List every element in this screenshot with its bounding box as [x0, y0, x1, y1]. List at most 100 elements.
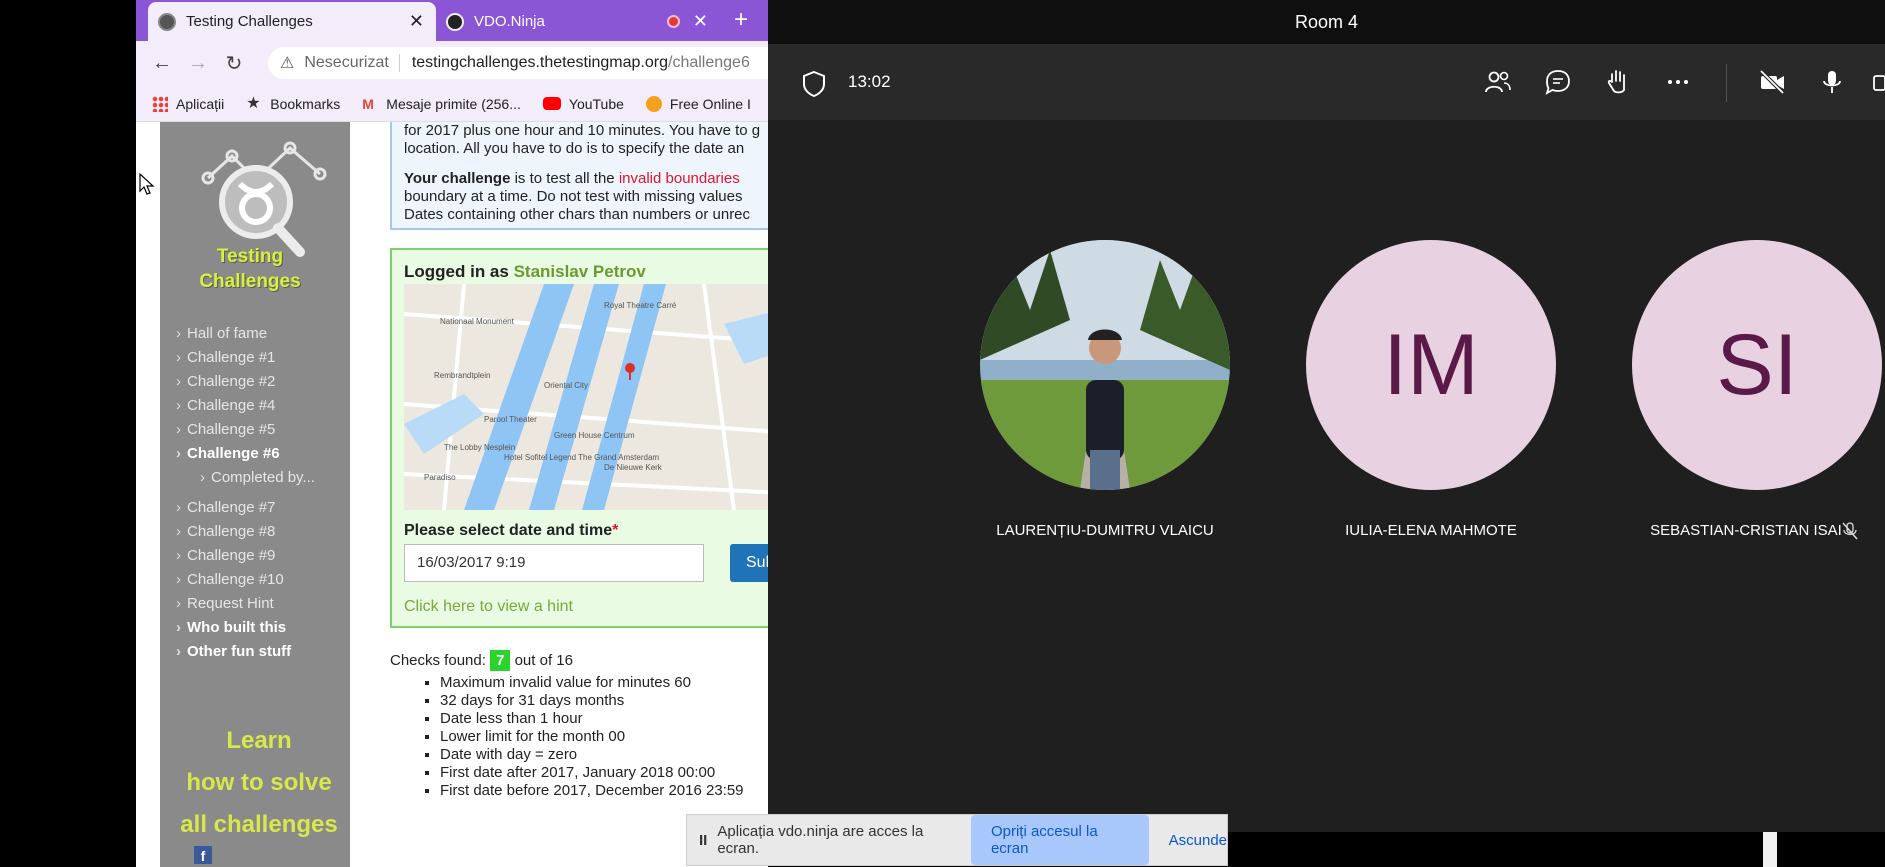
description-intro: for 2017 plus one hour and 10 minutes. Y…: [404, 122, 761, 157]
close-tab-icon[interactable]: ✕: [693, 11, 708, 32]
background-area: [1777, 832, 1885, 867]
sidebar-item-challenge-2[interactable]: Challenge #2: [176, 370, 315, 394]
sidebar-item-request-hint[interactable]: Request Hint: [176, 592, 315, 616]
sidebar: Testing Challenges Hall of fameChallenge…: [160, 122, 350, 867]
more-options-icon[interactable]: [1664, 68, 1692, 96]
date-time-input[interactable]: 16/03/2017 9:19: [404, 544, 704, 582]
url-field[interactable]: ⚠ Nesecurizat testingchallenges.thetesti…: [268, 47, 768, 79]
logged-in-text: Logged in as Stanislav Petrov: [404, 262, 646, 281]
share-tray-icon[interactable]: [1872, 68, 1885, 96]
web-page: Testing Challenges Hall of fameChallenge…: [136, 122, 768, 867]
sidebar-item-hall-of-fame[interactable]: Hall of fame: [176, 322, 315, 346]
shield-icon[interactable]: [802, 70, 826, 98]
learn-line: Learn: [226, 727, 292, 754]
challenge-form: Logged in as Stanislav Petrov Nationaal …: [390, 248, 768, 628]
date-label: Please select date and time*: [404, 522, 619, 539]
share-message: Aplicația vdo.ninja are acces la ecran.: [717, 823, 924, 857]
submit-button[interactable]: Submit: [730, 544, 768, 582]
forward-arrow-icon[interactable]: →: [180, 52, 216, 75]
participants-icon[interactable]: [1484, 68, 1512, 96]
warning-icon[interactable]: ⚠: [280, 53, 294, 73]
bookmarks-bar: Aplicații ★ Bookmarks M Mesaje primite (…: [136, 86, 768, 122]
map-label: Royal Theatre Carré: [604, 301, 677, 310]
map-label: Green House Centrum: [554, 431, 635, 440]
map-label: The Lobby Nesplein: [444, 443, 515, 452]
facebook-icon[interactable]: f: [194, 846, 212, 864]
scrollbar[interactable]: [1763, 832, 1777, 867]
participant-avatar-si[interactable]: SI: [1632, 240, 1882, 490]
sidebar-item-challenge-9[interactable]: Challenge #9: [176, 544, 315, 568]
bookmark-label: Bookmarks: [270, 95, 341, 112]
pause-icon: II: [699, 831, 708, 849]
tab-vdo-ninja[interactable]: VDO.Ninja ✕: [436, 2, 720, 41]
check-item: Maximum invalid value for minutes 60: [440, 674, 744, 692]
checks-list: Maximum invalid value for minutes 6032 d…: [440, 674, 744, 800]
gmail-icon: M: [362, 95, 374, 112]
sidebar-item-other-fun-stuff[interactable]: Other fun stuff: [176, 640, 315, 664]
check-item: Date with day = zero: [440, 746, 744, 764]
stop-sharing-button[interactable]: Opriți accesul la ecran: [970, 815, 1149, 865]
participant-avatar-photo[interactable]: [980, 240, 1230, 490]
map-label: Nationaal Monument: [440, 317, 515, 326]
check-item: Date less than 1 hour: [440, 710, 744, 728]
new-tab-button[interactable]: +: [726, 6, 756, 36]
view-hint-link[interactable]: Click here to view a hint: [404, 598, 573, 616]
bookmark-bookmarks[interactable]: ★ Bookmarks: [246, 94, 341, 112]
sidebar-nav: Hall of fameChallenge #1Challenge #2Chal…: [176, 322, 315, 664]
room-title: Room 4: [768, 0, 1885, 44]
map-label: Paradiso: [424, 473, 456, 482]
participant-name: LAURENȚIU-DUMITRU VLAICU: [996, 522, 1214, 539]
security-label[interactable]: Nesecurizat: [304, 54, 388, 72]
bookmark-apps[interactable]: Aplicații: [152, 95, 224, 112]
sidebar-item-challenge-4[interactable]: Challenge #4: [176, 394, 315, 418]
recording-indicator-icon: [667, 15, 680, 28]
camera-off-icon[interactable]: [1758, 68, 1786, 96]
sidebar-item-challenge-8[interactable]: Challenge #8: [176, 520, 315, 544]
learn-banner[interactable]: Learn how to solve all challenges: [174, 720, 344, 846]
sidebar-item-challenge-6[interactable]: Challenge #6: [176, 442, 315, 466]
tab-label: Testing Challenges: [186, 13, 313, 30]
tab-testing-challenges[interactable]: Testing Challenges ✕: [148, 2, 436, 41]
mouse-cursor-icon: [139, 173, 155, 195]
hide-button[interactable]: Ascunde: [1169, 832, 1227, 849]
check-item: First date before 2017, December 2016 23…: [440, 782, 744, 800]
location-map[interactable]: Nationaal Monument Royal Theatre Carré O…: [404, 284, 768, 510]
map-label: Parool Theater: [484, 415, 537, 424]
raise-hand-icon[interactable]: [1604, 68, 1632, 96]
microphone-icon[interactable]: [1818, 68, 1846, 96]
main-content: for 2017 plus one hour and 10 minutes. Y…: [350, 122, 768, 867]
map-label: Rembrandtplein: [434, 371, 490, 380]
checks-found: Checks found: 7 out of 16: [390, 650, 573, 671]
participant-avatar-im[interactable]: IM: [1306, 240, 1556, 490]
description-challenge: Your challenge is to test all the invali…: [404, 170, 751, 223]
star-icon: ★: [246, 94, 261, 112]
muted-microphone-icon: [1842, 522, 1858, 540]
logo-line-2: Challenges: [199, 271, 301, 292]
youtube-icon: [542, 97, 561, 110]
participant-name: IULIA-ELENA MAHMOTE: [1345, 522, 1517, 539]
chat-icon[interactable]: [1544, 68, 1572, 96]
url-path: /challenge6: [668, 54, 750, 71]
reload-icon[interactable]: ↻: [216, 51, 252, 76]
sidebar-item-challenge-5[interactable]: Challenge #5: [176, 418, 315, 442]
bookmark-gmail[interactable]: M Mesaje primite (256...: [362, 96, 521, 112]
logo-text: Testing Challenges: [180, 244, 320, 294]
challenge-description: for 2017 plus one hour and 10 minutes. Y…: [390, 122, 768, 230]
sidebar-item-challenge-1[interactable]: Challenge #1: [176, 346, 315, 370]
map-label: De Nieuwe Kerk: [604, 463, 663, 472]
sidebar-item-challenge-10[interactable]: Challenge #10: [176, 568, 315, 592]
meeting-toolbar: 13:02: [768, 44, 1885, 120]
sidebar-item-completed-by[interactable]: Completed by...: [176, 466, 315, 490]
close-tab-icon[interactable]: ✕: [409, 11, 424, 32]
sidebar-item-challenge-7[interactable]: Challenge #7: [176, 496, 315, 520]
sidebar-item-who-built-this[interactable]: Who built this: [176, 616, 315, 640]
browser-window: Testing Challenges ✕ VDO.Ninja ✕ + ← → ↻…: [136, 0, 768, 867]
bookmark-label: Free Online I: [669, 95, 751, 112]
bookmark-free-online[interactable]: Free Online I: [645, 95, 751, 112]
bookmark-youtube[interactable]: YouTube: [542, 95, 624, 112]
map-label: Oriental City: [544, 381, 588, 390]
back-arrow-icon[interactable]: ←: [144, 52, 180, 75]
address-bar: ← → ↻ ⚠ Nesecurizat testingchallenges.th…: [136, 41, 768, 86]
separator: [398, 54, 400, 72]
bookmark-label: YouTube: [568, 95, 624, 112]
